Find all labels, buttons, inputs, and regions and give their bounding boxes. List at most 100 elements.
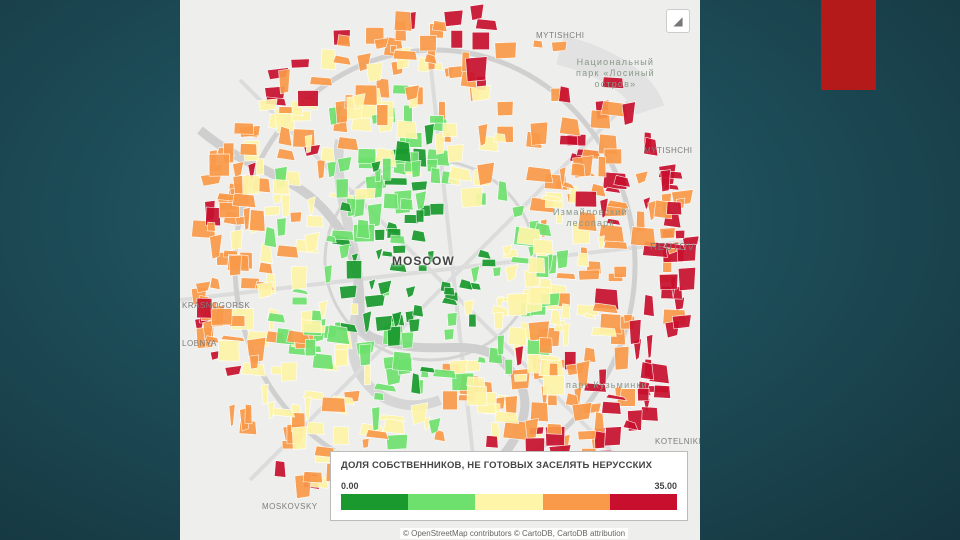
district-block[interactable] (385, 434, 408, 451)
district-block[interactable] (419, 35, 437, 52)
district-block[interactable] (497, 180, 509, 202)
district-block[interactable] (405, 285, 416, 299)
district-block[interactable] (304, 338, 316, 357)
district-block[interactable] (468, 313, 477, 328)
district-block[interactable] (224, 365, 243, 377)
district-block[interactable] (243, 206, 251, 231)
district-block[interactable] (460, 186, 484, 208)
district-block[interactable] (443, 328, 455, 341)
district-block[interactable] (591, 326, 617, 337)
district-block[interactable] (530, 401, 549, 422)
district-block[interactable] (494, 41, 517, 60)
district-block[interactable] (485, 435, 499, 449)
district-block[interactable] (424, 123, 435, 146)
district-block[interactable] (621, 101, 636, 126)
district-block[interactable] (274, 460, 287, 478)
district-block[interactable] (442, 390, 458, 411)
district-block[interactable] (321, 396, 346, 413)
locate-icon[interactable]: ◢ (666, 9, 690, 33)
district-block[interactable] (613, 346, 630, 371)
district-block[interactable] (446, 312, 458, 327)
district-block[interactable] (547, 394, 558, 406)
district-block[interactable] (507, 326, 528, 347)
district-block[interactable] (392, 244, 407, 254)
district-block[interactable] (244, 404, 253, 425)
district-block[interactable] (574, 190, 597, 208)
district-block[interactable] (577, 252, 590, 267)
district-block[interactable] (494, 410, 520, 424)
district-block[interactable] (495, 297, 504, 308)
district-block[interactable] (229, 229, 244, 251)
district-block[interactable] (195, 280, 211, 294)
district-block[interactable] (493, 132, 507, 143)
district-block[interactable] (346, 260, 363, 280)
district-block[interactable] (603, 148, 623, 165)
district-block[interactable] (481, 258, 497, 267)
district-block[interactable] (643, 294, 655, 317)
district-block[interactable] (374, 315, 393, 332)
district-block[interactable] (375, 247, 384, 262)
district-block[interactable] (443, 9, 464, 27)
district-block[interactable] (561, 303, 571, 320)
district-block[interactable] (263, 226, 277, 249)
district-block[interactable] (280, 361, 298, 382)
district-block[interactable] (653, 384, 671, 399)
district-block[interactable] (559, 116, 581, 137)
district-block[interactable] (476, 161, 495, 186)
district-block[interactable] (597, 235, 605, 249)
district-block[interactable] (320, 48, 337, 71)
district-block[interactable] (431, 20, 448, 33)
district-block[interactable] (597, 155, 607, 178)
district-block[interactable] (374, 228, 386, 241)
district-block[interactable] (334, 348, 349, 367)
district-block[interactable] (513, 373, 528, 382)
district-block[interactable] (504, 264, 519, 282)
district-block[interactable] (339, 284, 358, 300)
district-block[interactable] (208, 153, 230, 177)
district-block[interactable] (432, 368, 457, 379)
district-block[interactable] (272, 193, 283, 205)
district-block[interactable] (469, 3, 485, 21)
district-block[interactable] (646, 333, 654, 360)
district-block[interactable] (532, 39, 544, 49)
district-block[interactable] (677, 267, 696, 292)
district-block[interactable] (528, 286, 551, 305)
district-block[interactable] (571, 402, 593, 422)
district-block[interactable] (471, 31, 490, 50)
district-block[interactable] (538, 337, 553, 354)
district-block[interactable] (278, 106, 293, 114)
map-attribution[interactable]: © OpenStreetMap contributors © CartoDB, … (400, 528, 629, 539)
district-block[interactable] (368, 278, 377, 292)
district-block[interactable] (532, 239, 554, 255)
district-block[interactable] (228, 254, 242, 277)
district-block[interactable] (507, 292, 528, 317)
district-block[interactable] (562, 322, 570, 347)
district-block[interactable] (228, 403, 236, 428)
district-block[interactable] (297, 90, 319, 107)
district-block[interactable] (466, 385, 488, 406)
district-block[interactable] (258, 98, 278, 112)
district-block[interactable] (430, 167, 441, 184)
district-block[interactable] (446, 144, 464, 163)
district-block[interactable] (408, 318, 421, 333)
district-block[interactable] (578, 269, 600, 281)
district-block[interactable] (634, 170, 649, 185)
district-block[interactable] (209, 276, 221, 291)
district-block[interactable] (306, 421, 325, 435)
district-block[interactable] (373, 392, 385, 401)
district-block[interactable] (659, 227, 676, 240)
district-block[interactable] (210, 308, 233, 326)
district-block[interactable] (309, 76, 333, 87)
district-block[interactable] (289, 211, 302, 223)
district-block[interactable] (261, 383, 269, 405)
district-block[interactable] (628, 319, 642, 345)
district-block[interactable] (496, 100, 514, 117)
district-block[interactable] (258, 261, 274, 275)
district-block[interactable] (603, 240, 628, 250)
district-block[interactable] (361, 437, 370, 449)
district-block[interactable] (394, 140, 412, 163)
district-block[interactable] (291, 426, 308, 451)
district-block[interactable] (382, 418, 406, 435)
district-block[interactable] (548, 362, 559, 378)
district-block[interactable] (542, 375, 565, 396)
